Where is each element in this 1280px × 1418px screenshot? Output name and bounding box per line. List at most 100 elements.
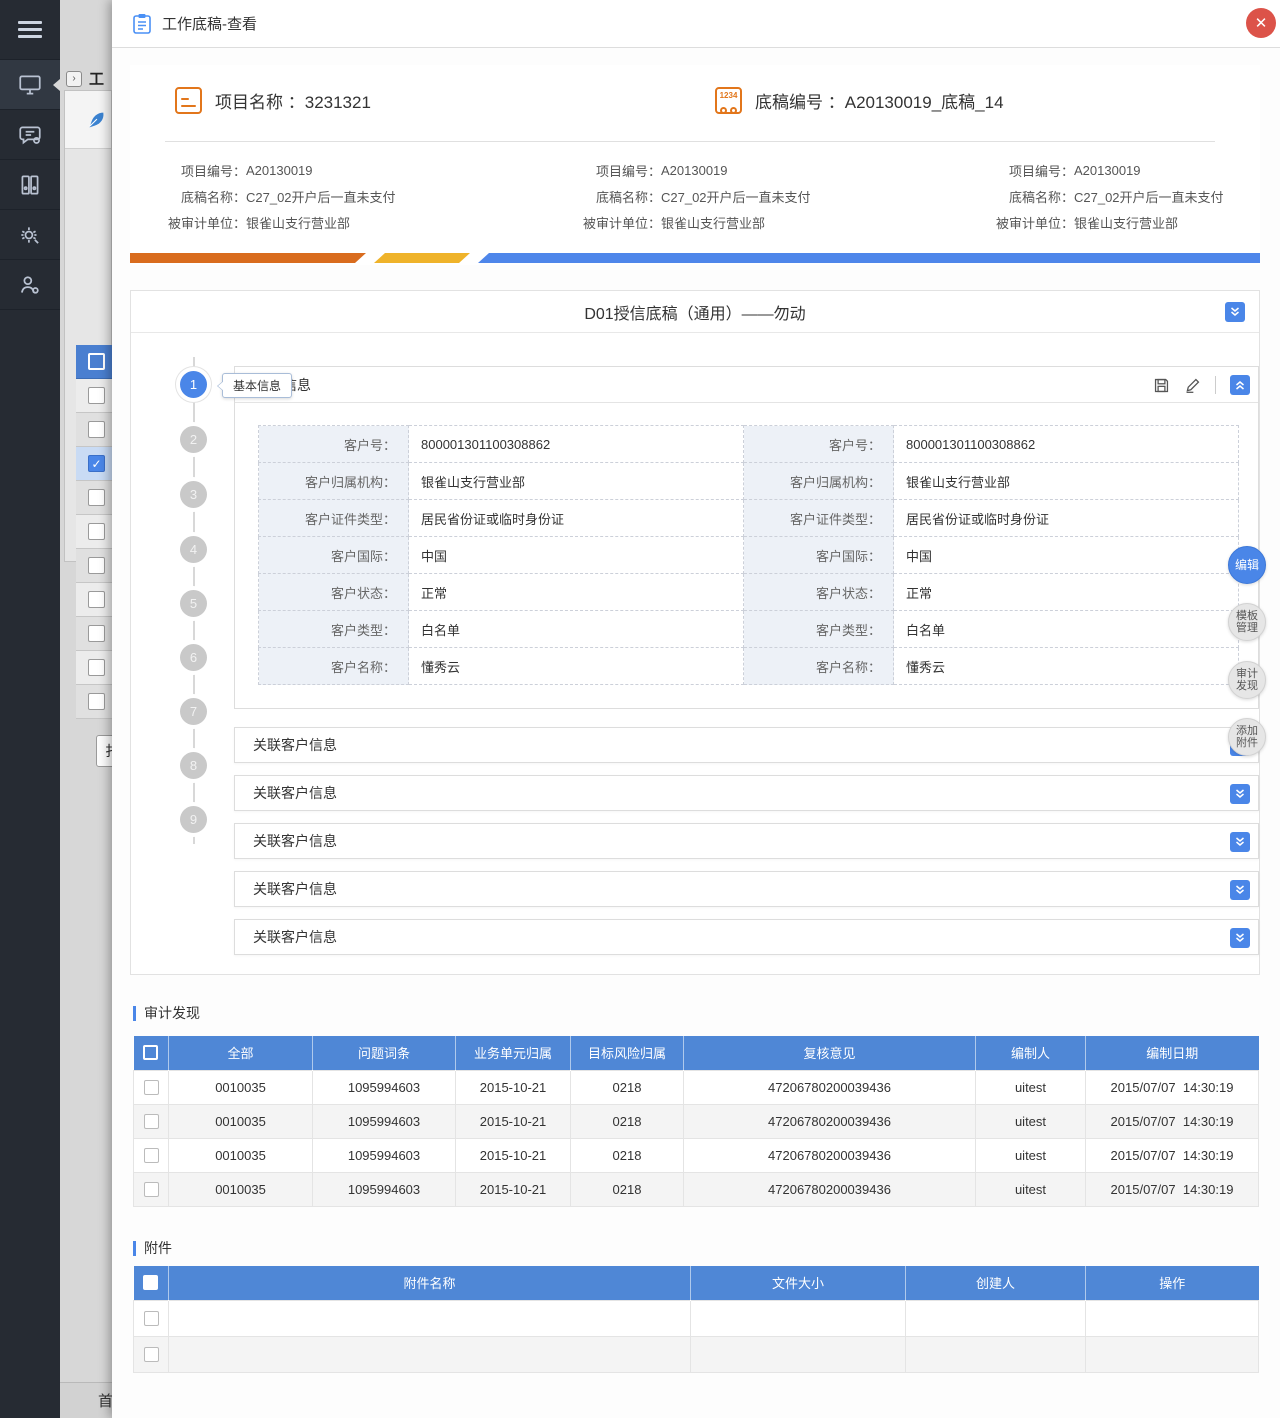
row-checkbox[interactable] — [144, 1311, 159, 1326]
close-button[interactable]: ✕ — [1246, 8, 1276, 38]
background-list-row[interactable] — [76, 549, 112, 583]
info-label: 项目编号： — [575, 161, 661, 180]
row-checkbox[interactable] — [144, 1080, 159, 1095]
checkbox[interactable] — [88, 557, 105, 574]
sidebar-item-messages[interactable] — [0, 110, 60, 160]
step-circle-1[interactable]: 1 — [180, 371, 207, 398]
info-value: A20130019 — [1074, 163, 1141, 178]
table-row — [134, 1300, 1259, 1336]
checkbox[interactable] — [88, 591, 105, 608]
field-label: 客户证件类型： — [259, 500, 409, 537]
draft-panel: D01授信底稿（通用）——勿动 123456789 基本信息 基本信息 — [130, 290, 1260, 975]
expand-section-button[interactable] — [1230, 880, 1250, 900]
expand-section-button[interactable] — [1230, 832, 1250, 852]
select-all-checkbox[interactable] — [143, 1275, 158, 1290]
related-section-title: 关联客户信息 — [253, 879, 337, 899]
expand-section-button[interactable] — [1230, 784, 1250, 804]
related-customer-section-bar[interactable]: 关联客户信息 — [234, 727, 1259, 763]
step-circle-5[interactable]: 5 — [180, 590, 207, 617]
background-list-row[interactable] — [76, 685, 112, 719]
table-cell — [169, 1336, 691, 1372]
background-list-row[interactable] — [76, 583, 112, 617]
info-value: C27_02开户后一直未支付 — [1074, 187, 1224, 206]
step-circle-2[interactable]: 2 — [180, 426, 207, 453]
step-circle-7[interactable]: 7 — [180, 698, 207, 725]
background-list-row[interactable] — [76, 651, 112, 685]
expand-section-button[interactable] — [1230, 928, 1250, 948]
table-cell: uitest — [976, 1104, 1086, 1138]
sidebar-item-archive[interactable] — [0, 160, 60, 210]
select-all-checkbox[interactable] — [143, 1045, 158, 1060]
clipboard-icon — [132, 13, 152, 35]
checkbox[interactable] — [88, 353, 105, 370]
panel-collapse-button[interactable] — [1225, 302, 1245, 322]
section-collapse-button[interactable] — [1230, 375, 1250, 395]
float-button-edit[interactable]: 编辑 — [1228, 546, 1266, 584]
step-circle-4[interactable]: 4 — [180, 536, 207, 563]
table-cell: uitest — [976, 1138, 1086, 1172]
checked-checkbox[interactable]: ✓ — [88, 455, 105, 472]
related-customer-section-bar[interactable]: 关联客户信息 — [234, 919, 1259, 955]
row-checkbox[interactable] — [144, 1347, 159, 1362]
column-header: 文件大小 — [691, 1266, 906, 1300]
sidebar-item-users[interactable] — [0, 260, 60, 310]
table-cell: 2015-10-21 — [456, 1172, 571, 1206]
background-list-row[interactable] — [76, 617, 112, 651]
checkbox[interactable] — [88, 489, 105, 506]
checkbox[interactable] — [88, 421, 105, 438]
step-circle-3[interactable]: 3 — [180, 481, 207, 508]
table-cell: 1095994603 — [313, 1104, 456, 1138]
related-customer-section-bar[interactable]: 关联客户信息 — [234, 775, 1259, 811]
edit-pencil-icon[interactable] — [1184, 377, 1201, 394]
row-checkbox[interactable] — [144, 1182, 159, 1197]
checkbox[interactable] — [88, 625, 105, 642]
background-list-row[interactable] — [76, 481, 112, 515]
float-button-add-attachment[interactable]: 添加 附件 — [1228, 718, 1266, 756]
background-list-row[interactable] — [76, 515, 112, 549]
checkbox[interactable] — [88, 693, 105, 710]
related-customer-section-bar[interactable]: 关联客户信息 — [234, 871, 1259, 907]
field-label: 客户名称： — [744, 648, 894, 685]
expand-icon[interactable]: › — [66, 71, 82, 87]
info-value: C27_02开户后一直未支付 — [661, 187, 811, 206]
hamburger-icon — [18, 17, 42, 42]
info-value: A20130019 — [246, 163, 313, 178]
header-card: 项目名称 ：3231321 1234 底稿编号 ：A20130019_底稿_14… — [130, 65, 1260, 265]
field-value: 中国 — [894, 537, 1239, 574]
menu-toggle-button[interactable] — [0, 0, 60, 60]
column-header: 附件名称 — [169, 1266, 691, 1300]
row-checkbox[interactable] — [144, 1148, 159, 1163]
table-row — [134, 1336, 1259, 1372]
background-list-header-row[interactable] — [76, 345, 112, 379]
related-section-title: 关联客户信息 — [253, 735, 337, 755]
column-header: 复核意见 — [684, 1036, 976, 1070]
checkbox[interactable] — [88, 659, 105, 676]
background-list-row[interactable] — [76, 413, 112, 447]
app-sidebar — [0, 0, 60, 1418]
info-label: 项目编号： — [160, 161, 246, 180]
step-circle-9[interactable]: 9 — [180, 806, 207, 833]
step-circle-6[interactable]: 6 — [180, 644, 207, 671]
table-cell: 0010035 — [169, 1172, 313, 1206]
background-list-row[interactable]: ✓ — [76, 447, 112, 481]
related-customer-section-bar[interactable]: 关联客户信息 — [234, 823, 1259, 859]
basic-info-section: 基本信息 基本信息 客户号：800001301100308862客户号：8000… — [234, 366, 1259, 709]
field-label: 客户状态： — [259, 574, 409, 611]
project-info-column: 项目编号：A20130019底稿名称：C27_02开户后一直未支付被审计单位：银… — [160, 157, 396, 235]
chat-settings-icon — [17, 122, 43, 148]
background-tab-label: 工 — [89, 68, 104, 89]
sidebar-item-settings[interactable] — [0, 210, 60, 260]
related-section-title: 关联客户信息 — [253, 831, 337, 851]
row-checkbox[interactable] — [144, 1114, 159, 1129]
checkbox[interactable] — [88, 523, 105, 540]
float-button-audit-find[interactable]: 审计 发现 — [1228, 661, 1266, 699]
float-button-template-manage[interactable]: 模板 管理 — [1228, 603, 1266, 641]
background-list-row[interactable] — [76, 379, 112, 413]
field-value: 白名单 — [894, 611, 1239, 648]
save-icon[interactable] — [1153, 377, 1170, 394]
sidebar-item-workbench[interactable] — [0, 60, 60, 110]
step-circle-8[interactable]: 8 — [180, 752, 207, 779]
checkbox[interactable] — [88, 387, 105, 404]
background-page-strip: › 工 ✓ 扌 首 — [60, 0, 112, 1418]
field-value: 白名单 — [409, 611, 744, 648]
